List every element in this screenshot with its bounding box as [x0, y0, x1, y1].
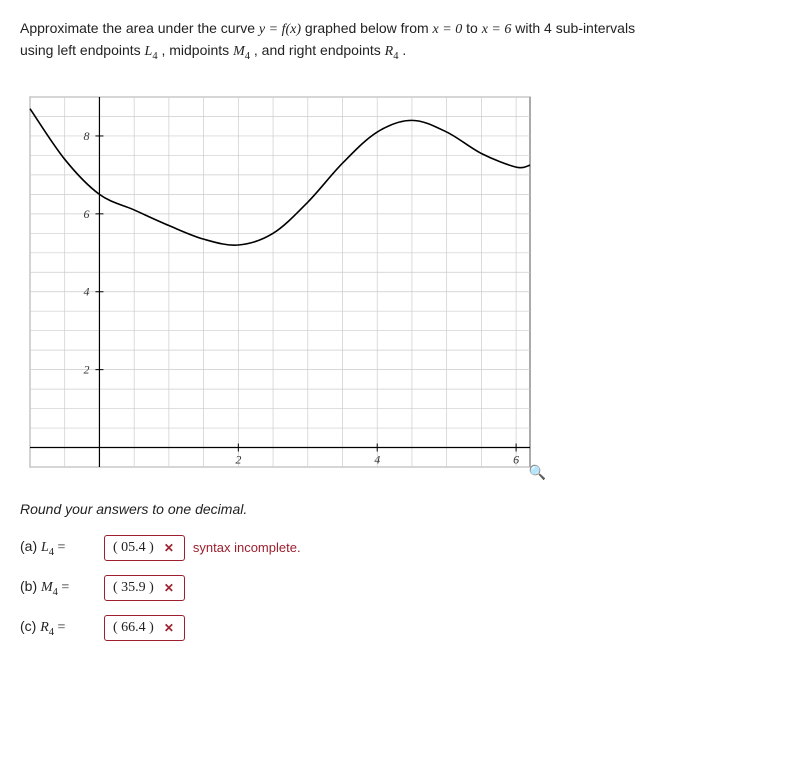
prompt-text: Approximate the area under the curve [20, 20, 259, 36]
answer-row-a: (a) L4 = ( 05.4 ) ✕ syntax incomplete. [20, 535, 792, 561]
answer-label-c: (c) R4 = [20, 618, 96, 638]
prompt-text: to [466, 20, 482, 36]
prompt-text: using left endpoints [20, 42, 145, 58]
question-prompt: Approximate the area under the curve y =… [20, 18, 792, 65]
svg-text:6: 6 [83, 206, 89, 220]
answer-input-c[interactable]: ( 66.4 ) ✕ [104, 615, 185, 641]
svg-text:8: 8 [83, 128, 89, 142]
wrong-icon: ✕ [164, 541, 174, 555]
svg-text:4: 4 [374, 452, 380, 466]
answer-input-a[interactable]: ( 05.4 ) ✕ [104, 535, 185, 561]
prompt-text: , midpoints [161, 42, 233, 58]
magnify-icon[interactable]: 🔍 [529, 464, 546, 481]
prompt-text: . [402, 42, 406, 58]
eq-x6: x = 6 [482, 22, 512, 37]
wrong-icon: ✕ [164, 581, 174, 595]
answer-value-a: ( 05.4 ) [113, 540, 154, 556]
answer-input-b[interactable]: ( 35.9 ) ✕ [104, 575, 185, 601]
answer-value-c: ( 66.4 ) [113, 620, 154, 636]
rounding-instruction: Round your answers to one decimal. [20, 501, 792, 517]
sym-R4: R4 [385, 44, 399, 59]
answer-row-b: (b) M4 = ( 35.9 ) ✕ [20, 575, 792, 601]
svg-text:4: 4 [83, 284, 89, 298]
prompt-text: graphed below from [305, 20, 433, 36]
chart-container: 2462468 🔍 [20, 87, 540, 477]
answer-value-b: ( 35.9 ) [113, 580, 154, 596]
answer-label-b: (b) M4 = [20, 578, 96, 598]
svg-text:2: 2 [235, 452, 241, 466]
wrong-icon: ✕ [164, 621, 174, 635]
sym-M4: M4 [233, 44, 250, 59]
eq-y-fx: y = f(x) [259, 22, 301, 37]
function-graph: 2 4 6 2 4 6 8 [20, 87, 540, 477]
feedback-a: syntax incomplete. [193, 540, 301, 555]
svg-text:2: 2 [83, 362, 89, 376]
svg-text:6: 6 [513, 452, 519, 466]
prompt-text: with 4 sub-intervals [515, 20, 635, 36]
eq-x0: x = 0 [433, 22, 463, 37]
sym-L4: L4 [145, 44, 158, 59]
answer-row-c: (c) R4 = ( 66.4 ) ✕ [20, 615, 792, 641]
prompt-text: , and right endpoints [254, 42, 385, 58]
answer-label-a: (a) L4 = [20, 538, 96, 558]
